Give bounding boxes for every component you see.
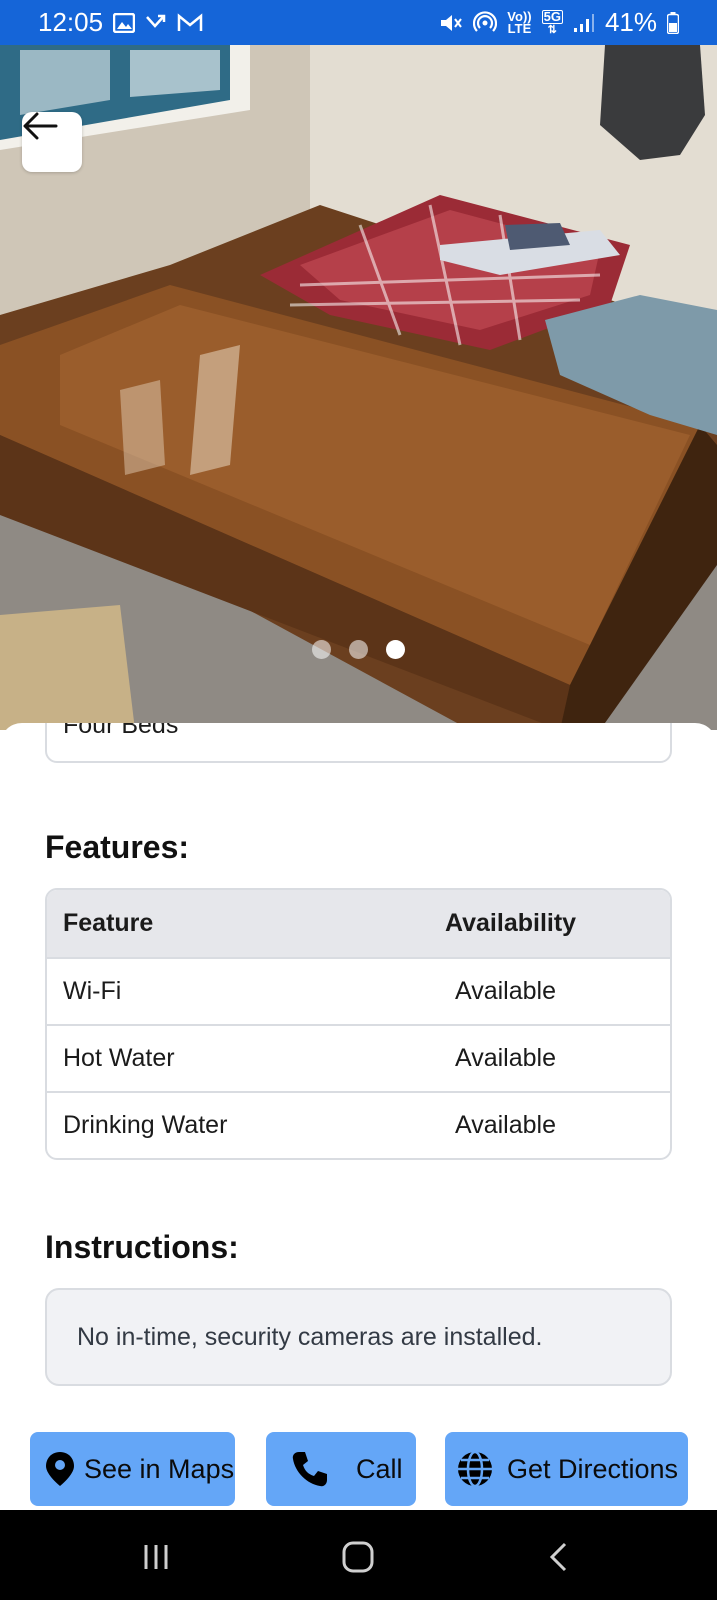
hotspot-icon — [473, 10, 498, 35]
feature-availability: Available — [455, 1111, 557, 1139]
room-photo-carousel[interactable] — [0, 45, 717, 730]
globe-icon — [455, 1449, 495, 1489]
carousel-dot[interactable] — [312, 640, 331, 659]
system-nav-bar — [0, 1510, 717, 1600]
get-directions-label: Get Directions — [507, 1453, 679, 1484]
instructions-box: No in-time, security cameras are install… — [45, 1288, 672, 1386]
volte-icon: Vo)) LTE — [507, 8, 532, 36]
feature-availability: Available — [455, 977, 557, 1005]
get-directions-button[interactable]: Get Directions — [445, 1432, 688, 1506]
status-bar: 12:05 Vo)) LTE 5G ⇅ 41% — [0, 0, 717, 45]
call-button[interactable]: Call — [266, 1432, 416, 1506]
status-left: 12:05 — [38, 7, 203, 38]
recent-apps-icon — [144, 1545, 168, 1569]
carousel-indicator — [0, 640, 717, 664]
gmail-icon — [177, 12, 203, 33]
signal-icon — [573, 13, 595, 33]
call-label: Call — [356, 1453, 403, 1484]
status-right: Vo)) LTE 5G ⇅ 41% — [439, 7, 679, 38]
features-table: Feature Availability Wi-Fi Available Hot… — [45, 888, 672, 1160]
chevron-left-icon — [549, 1542, 567, 1572]
see-in-maps-button[interactable]: See in Maps — [30, 1432, 235, 1506]
arrow-left-icon — [23, 112, 58, 140]
table-row: Drinking Water Available — [47, 1091, 670, 1158]
recent-apps-button[interactable] — [131, 1532, 181, 1582]
gallery-notification-icon — [113, 12, 136, 33]
battery-icon — [667, 11, 679, 34]
status-time: 12:05 — [38, 7, 104, 37]
table-row: Hot Water Available — [47, 1024, 670, 1091]
missed-call-icon — [145, 12, 167, 34]
beds-field: Four Beds — [45, 723, 672, 763]
beds-value: Four Beds — [63, 723, 179, 739]
instructions-title: Instructions: — [45, 1229, 239, 1265]
column-header-feature: Feature — [63, 909, 154, 937]
battery-percent: 41% — [604, 7, 657, 37]
nav-back-button[interactable] — [534, 1532, 584, 1582]
features-title: Features: — [45, 829, 190, 865]
details-sheet: Four Beds Features: Feature Availability… — [0, 723, 717, 1510]
back-button[interactable] — [22, 112, 82, 172]
home-icon — [342, 1541, 374, 1573]
map-pin-icon — [44, 1451, 76, 1487]
feature-name: Wi-Fi — [63, 977, 122, 1005]
table-row: Wi-Fi Available — [47, 957, 670, 1024]
phone-icon — [290, 1449, 330, 1489]
feature-name: Hot Water — [63, 1044, 175, 1072]
network-5g-icon: 5G ⇅ — [541, 8, 563, 36]
see-in-maps-label: See in Maps — [84, 1453, 235, 1484]
carousel-dot[interactable] — [349, 640, 368, 659]
feature-name: Drinking Water — [63, 1111, 228, 1139]
table-header-row: Feature Availability — [47, 890, 670, 957]
mute-icon — [439, 12, 463, 34]
column-header-availability: Availability — [445, 909, 577, 937]
room-photo — [0, 45, 717, 730]
home-button[interactable] — [333, 1532, 383, 1582]
feature-availability: Available — [455, 1044, 557, 1072]
carousel-dot-active[interactable] — [386, 640, 405, 659]
instructions-text: No in-time, security cameras are install… — [77, 1322, 543, 1351]
